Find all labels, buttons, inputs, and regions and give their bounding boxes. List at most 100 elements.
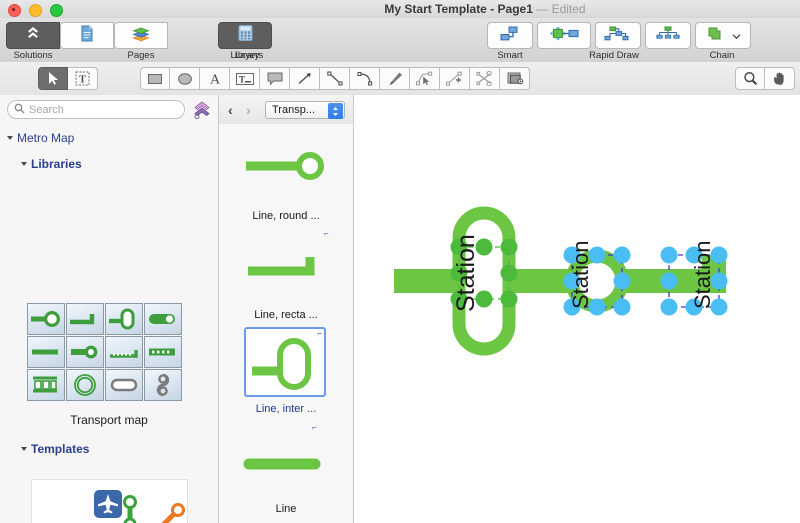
curve-tool[interactable] xyxy=(350,67,380,90)
rapid-draw-icon xyxy=(547,25,581,47)
chain-button[interactable] xyxy=(595,22,641,49)
toolbar-item-solutions[interactable]: Solutions xyxy=(6,22,60,49)
smart-connector-icon xyxy=(497,25,523,47)
pages-label: Pages xyxy=(114,50,168,61)
resize-corner-icon[interactable]: ⌐ xyxy=(312,424,317,432)
main-toolbar: Solutions Pages xyxy=(0,18,800,63)
drawing-canvas[interactable]: Station Station Station xyxy=(354,95,800,523)
toolbar-item-pages[interactable]: Pages xyxy=(60,22,114,49)
toolbar-item-library[interactable]: Library xyxy=(218,22,272,49)
toolbar-item-layers[interactable]: Layers xyxy=(114,22,168,49)
text-block-tool[interactable]: T xyxy=(230,67,260,90)
line-tool[interactable] xyxy=(320,67,350,90)
sidebar-tree-item-libraries[interactable]: Libraries xyxy=(22,157,82,171)
ellipse-tool[interactable] xyxy=(170,67,200,90)
resize-corner-icon[interactable]: ⌐ xyxy=(324,230,329,238)
stencil-line-interchange[interactable] xyxy=(105,303,143,335)
station-label-2[interactable]: Station xyxy=(568,241,594,310)
smart-label: Smart xyxy=(487,50,533,61)
library-caption: Transport map xyxy=(0,413,218,427)
crop-tool[interactable] xyxy=(500,67,530,90)
rapid-draw-button[interactable] xyxy=(537,22,591,49)
library-panel-header: ‹ › Transp... xyxy=(219,95,353,125)
tree-button[interactable] xyxy=(645,22,691,49)
solutions-sidebar: Search Metro Map Libraries xyxy=(0,95,219,523)
solutions-icon xyxy=(24,24,42,47)
rectangle-tool[interactable] xyxy=(140,67,170,90)
stencil-platform[interactable] xyxy=(27,369,65,401)
library-select[interactable]: Transp... xyxy=(265,101,345,119)
library-forward-button[interactable]: › xyxy=(246,102,251,118)
toolbar-item-chain[interactable]: Chain xyxy=(595,22,645,49)
smart-button[interactable] xyxy=(487,22,533,49)
sidebar-tree-label: Metro Map xyxy=(17,131,74,145)
zoom-tool[interactable] xyxy=(735,67,765,90)
arrow-tool[interactable] xyxy=(290,67,320,90)
station-label-1[interactable]: Station xyxy=(452,234,481,312)
toolbar-item-tree[interactable]: Tree xyxy=(645,22,695,49)
stencil-line-round-station[interactable] xyxy=(27,303,65,335)
solutions-label: Solutions xyxy=(6,50,60,61)
resize-corner-icon[interactable]: ⌐ xyxy=(317,330,322,338)
stencil-line-round-end[interactable] xyxy=(66,336,104,368)
library-item-label: Line, round ... xyxy=(219,210,353,222)
toolbar-item-smart[interactable]: Smart xyxy=(487,22,537,49)
stencil-capsule-station[interactable] xyxy=(105,369,143,401)
app-window: My Start Template - Page1 — Edited Solut… xyxy=(0,0,800,523)
stencil-ring-station[interactable] xyxy=(66,369,104,401)
library-item-label: Line, recta ... xyxy=(219,309,353,321)
svg-text:T: T xyxy=(79,75,86,86)
text-select-tool[interactable]: T xyxy=(68,67,98,90)
canvas-artwork xyxy=(354,95,800,523)
library-select-value: Transp... xyxy=(272,104,315,116)
edit-points-tool[interactable] xyxy=(410,67,440,90)
library-item-selection-box[interactable]: ⌐ xyxy=(244,327,326,397)
library-panel-body[interactable]: Line, round ... ⌐ Line, recta ... xyxy=(219,124,353,523)
stencil-line-rect-corner[interactable] xyxy=(66,303,104,335)
disclosure-triangle-icon[interactable] xyxy=(21,162,27,166)
library-grid-icon xyxy=(237,24,254,47)
library-button[interactable] xyxy=(218,22,272,49)
operations-icon xyxy=(706,25,730,47)
toolbar-item-rapid-draw[interactable]: Rapid Draw xyxy=(537,22,595,49)
pan-tool[interactable] xyxy=(765,67,795,90)
stencil-line-terminus[interactable] xyxy=(144,303,182,335)
window-edited-status: — Edited xyxy=(536,2,585,16)
toolbar-library-group: Library xyxy=(218,22,272,49)
library-back-button[interactable]: ‹ xyxy=(228,102,233,118)
layers-button[interactable] xyxy=(114,22,168,49)
toolbar-right-group: Smart xyxy=(487,22,751,49)
pen-tool[interactable] xyxy=(380,67,410,90)
stencil-double-station[interactable] xyxy=(144,369,182,401)
solutions-button[interactable] xyxy=(6,22,60,49)
select-stepper-icon[interactable] xyxy=(328,103,343,119)
cut-tool[interactable] xyxy=(470,67,500,90)
operations-button[interactable] xyxy=(695,22,751,49)
library-item-art xyxy=(219,247,353,281)
pages-button[interactable] xyxy=(60,22,114,49)
pointer-tool[interactable] xyxy=(38,67,68,90)
stencil-line-dashes[interactable] xyxy=(144,336,182,368)
search-input[interactable]: Search xyxy=(7,100,185,119)
disclosure-triangle-icon[interactable] xyxy=(7,136,13,140)
library-item-line-round[interactable]: Line, round ... ⌐ xyxy=(219,124,353,224)
sidebar-tree-item-templates[interactable]: Templates xyxy=(22,442,89,456)
disclosure-triangle-icon[interactable] xyxy=(21,447,27,451)
toolbar-item-operations[interactable]: Operations xyxy=(695,22,751,49)
text-tool[interactable]: A xyxy=(200,67,230,90)
template-thumbnail-metro-map[interactable]: 2 1 xyxy=(31,479,188,523)
library-item-line-recta[interactable]: Line, recta ... xyxy=(219,239,353,339)
library-item-line-inter[interactable]: ⌐ Line, inter ... ⌐ xyxy=(219,327,353,437)
station-label-3[interactable]: Station xyxy=(690,241,716,310)
chain-icon xyxy=(603,25,633,47)
sidebar-tree-item-metro-map[interactable]: Metro Map xyxy=(8,131,74,145)
add-point-tool[interactable] xyxy=(440,67,470,90)
library-item-art xyxy=(219,146,353,186)
chevron-down-icon xyxy=(732,27,741,45)
pages-icon xyxy=(79,25,95,47)
callout-tool[interactable] xyxy=(260,67,290,90)
library-stencil-grid[interactable] xyxy=(27,303,183,403)
stencil-line-plain[interactable] xyxy=(27,336,65,368)
stencil-line-dotted-station[interactable] xyxy=(105,336,143,368)
library-item-line[interactable]: Line ⌐ xyxy=(219,449,353,523)
